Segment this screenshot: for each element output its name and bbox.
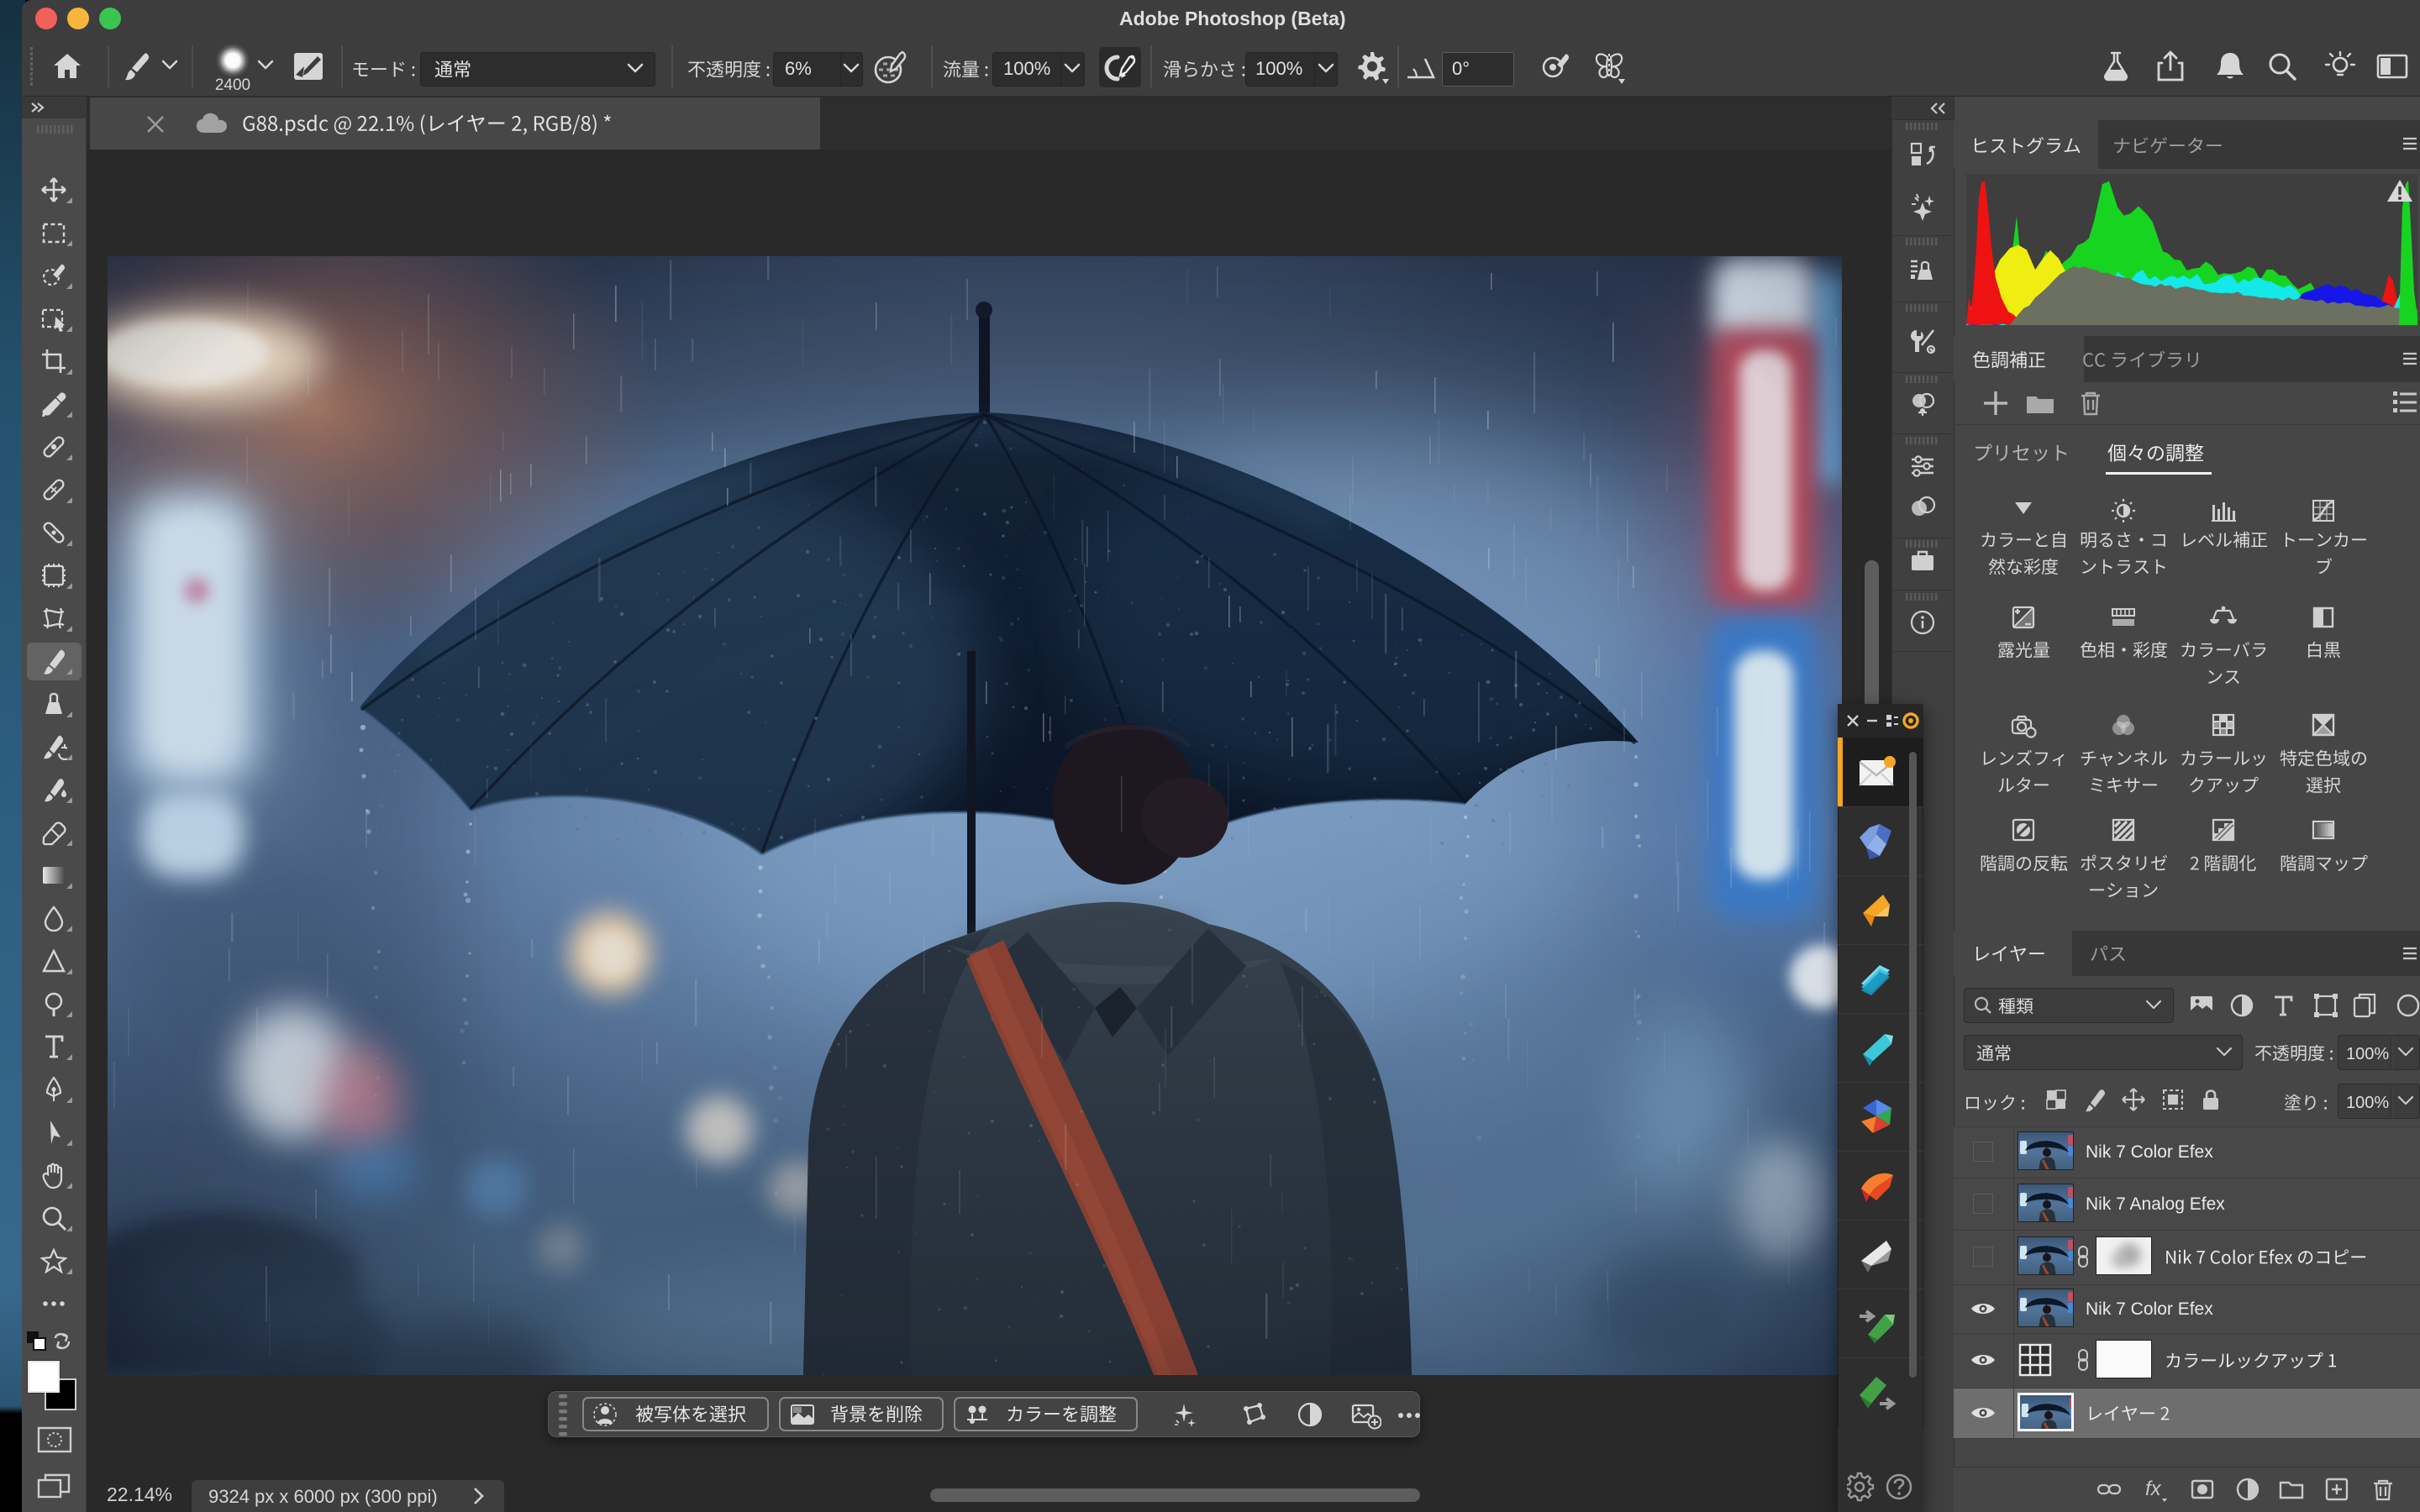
svg-text:fx: fx [2145, 1478, 2162, 1500]
